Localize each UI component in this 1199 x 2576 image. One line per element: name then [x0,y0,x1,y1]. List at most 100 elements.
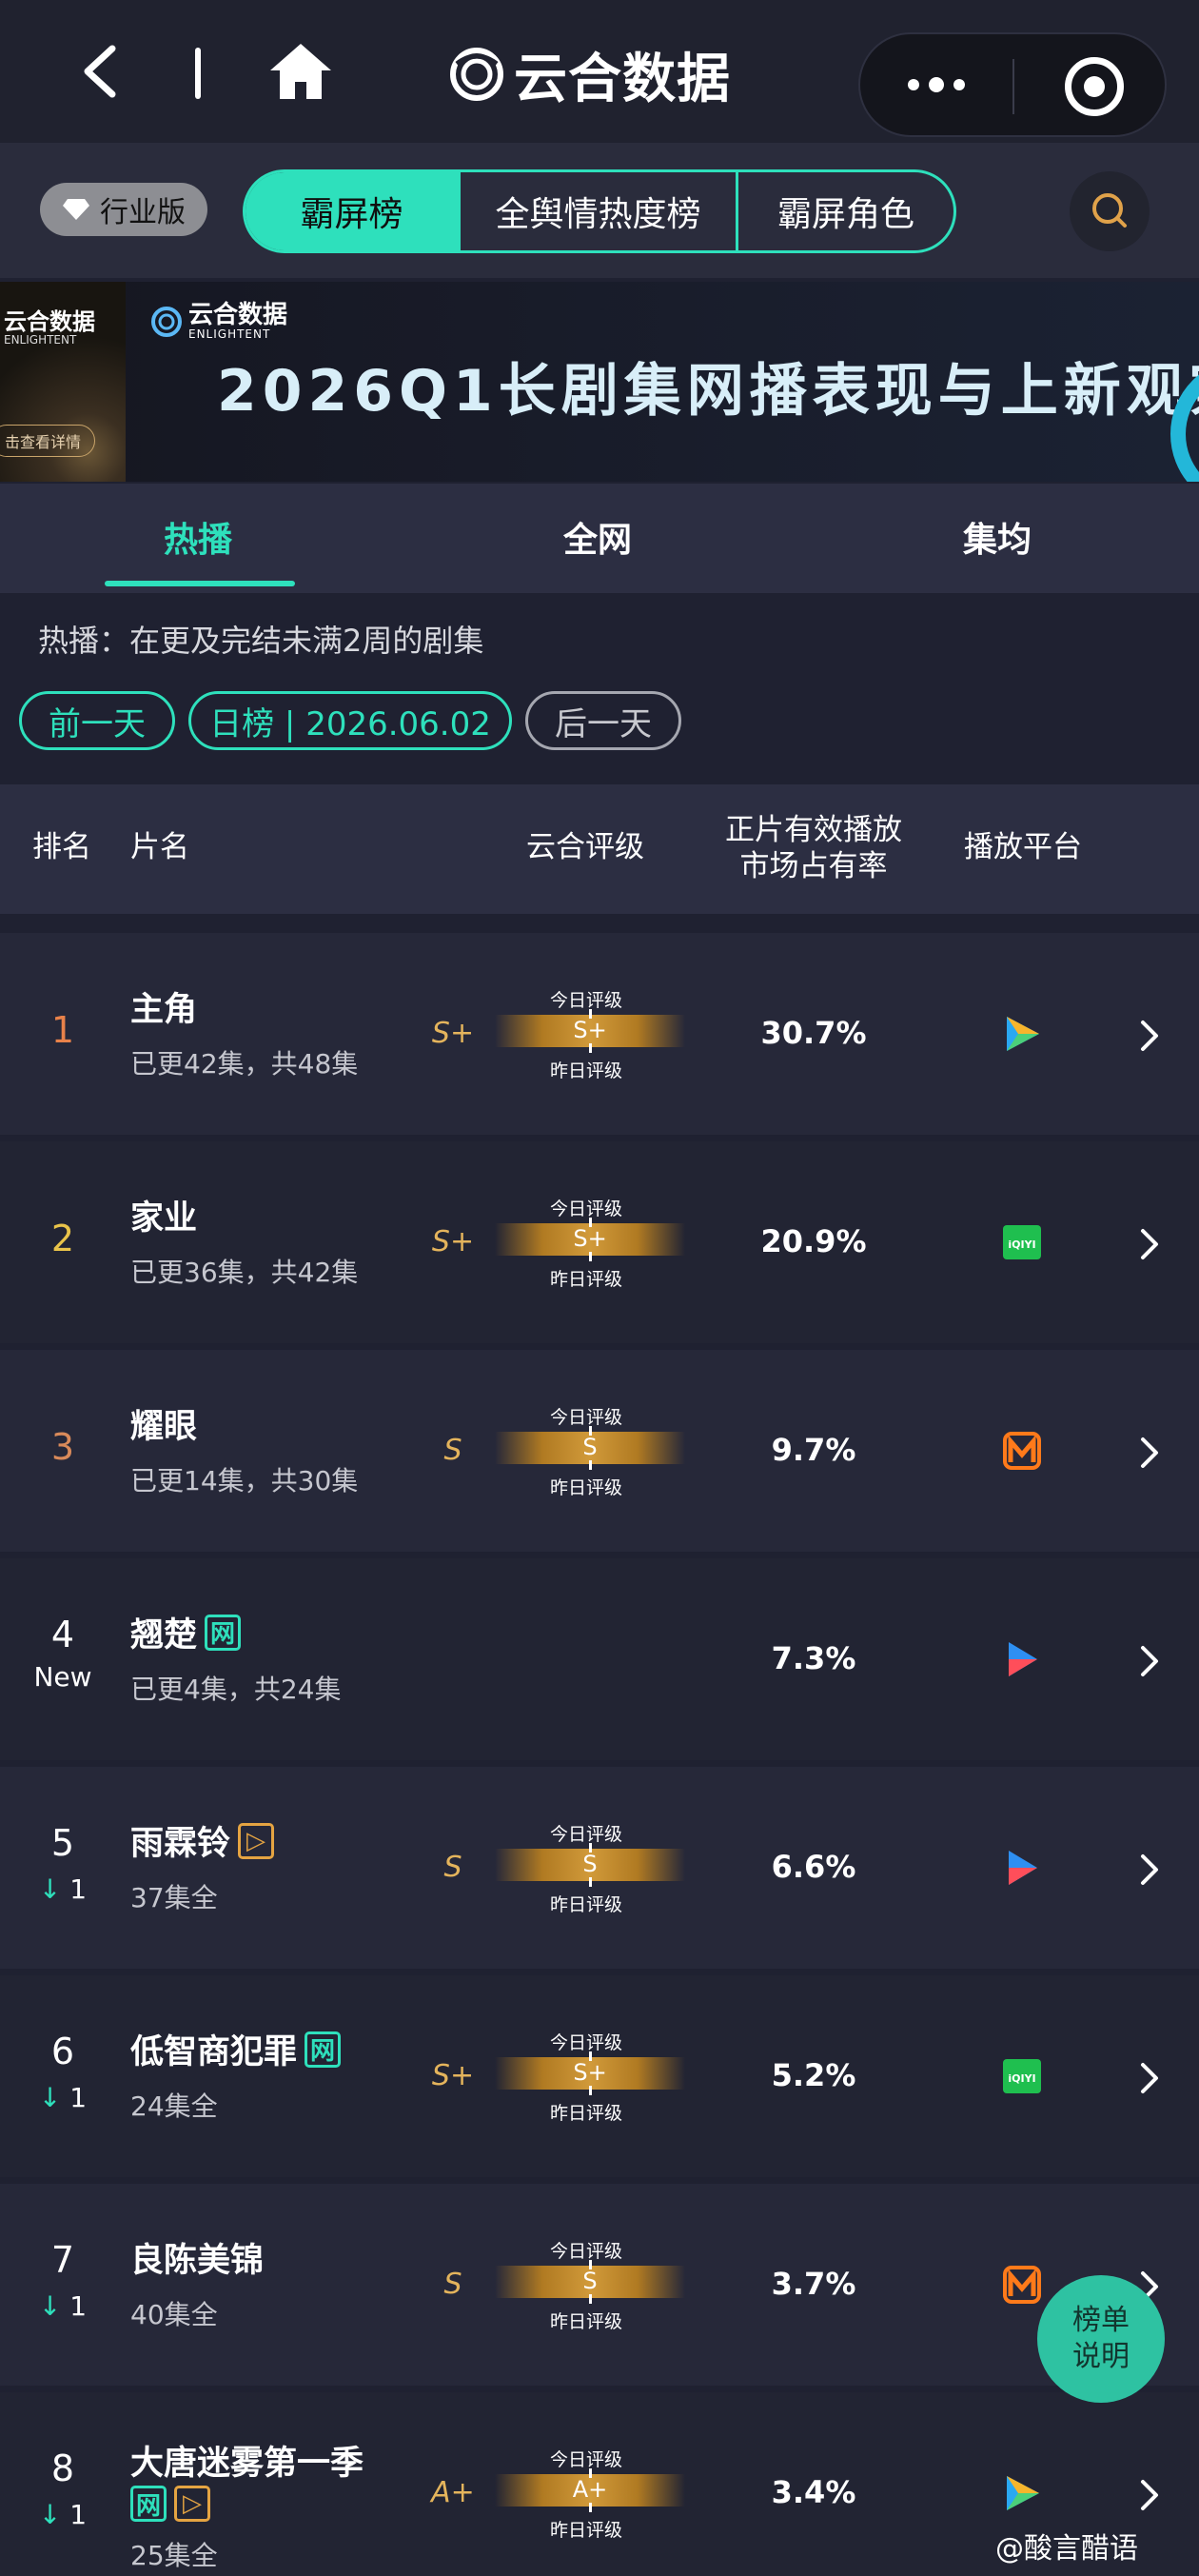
today-grade-tick [589,2051,592,2061]
help-line1: 榜单 [1072,2304,1130,2337]
rank-number: 2 [50,1218,75,1259]
edition-label: 行业版 [100,196,186,229]
rank-down-icon: ↓ [38,1873,70,1905]
mango-tv-icon [1001,1430,1043,1472]
ranking-type-bar: 行业版 霸屏榜 全舆情热度榜 霸屏角色 [0,143,1199,278]
rank-number: 1 [50,1009,75,1051]
prev-day-button[interactable]: 前一天 [19,691,175,750]
show-title: 翘楚网 [130,1608,242,1656]
col-name: 片名 [130,830,189,864]
svg-text:iQIYI: iQIYI [1008,2072,1035,2085]
rank-change: ↓ 1 [32,1873,93,1905]
episode-count: 已更14集，共30集 [130,1465,359,1496]
active-tab-indicator [105,581,295,586]
home-icon[interactable] [268,40,333,103]
diamond-icon [63,199,89,220]
rank-change: ↓ 1 [32,2082,93,2113]
grade-bar-label: S [582,2268,598,2294]
svg-text:iQIYI: iQIYI [1008,1238,1035,1251]
tencent-video-icon [1001,2472,1043,2514]
web-drama-badge: 网 [205,1614,242,1651]
close-mini-program-icon[interactable] [1065,57,1124,116]
show-title-text: 良陈美锦 [130,2242,265,2280]
yunhe-grade: S [443,1851,462,1884]
market-share: 5.2% [771,2057,856,2093]
chevron-right-icon[interactable] [1138,1853,1161,1887]
show-title: 大唐迷雾第一季 [130,2436,364,2485]
grade-bar-label: S+ [573,1225,607,1252]
next-day-button[interactable]: 后一天 [525,691,681,750]
grade-bar-label: S [582,1434,598,1460]
chevron-right-icon[interactable] [1138,2478,1161,2512]
more-options-icon[interactable] [908,77,965,92]
chevron-right-icon[interactable] [1138,1019,1161,1053]
premium-badge: ▷ [238,1822,275,1859]
table-row[interactable]: 4 New 翘楚网已更4集，共24集 7.3% [0,1558,1199,1760]
weibo-watermark: @酸言醋语 [995,2532,1138,2566]
market-share: 3.4% [771,2474,856,2510]
tab-screen-dominance[interactable]: 霸屏榜 [246,172,461,250]
today-grade-label: 今日评级 [550,1199,623,1219]
iqiyi-icon: iQIYI [1001,1221,1043,1263]
market-share: 9.7% [771,1432,856,1468]
show-title-text: 主角 [130,991,198,1029]
show-title: 家业 [130,1191,197,1239]
table-row[interactable]: 5 ↓ 1 雨霖铃 ▷ 37集全 S 今日评级 S 昨日评级 6.6% [0,1767,1199,1969]
table-row[interactable]: 6 ↓ 1 低智商犯罪网 24集全 S+ 今日评级 S+ 昨日评级 5.2% iQIYI [0,1975,1199,2177]
today-grade-label: 今日评级 [550,990,623,1011]
today-grade-tick [589,1843,592,1853]
show-title: 耀眼 [130,1399,197,1448]
episode-count: 25集全 [130,2540,218,2571]
brand-logo-icon [151,307,182,337]
col-grade: 云合评级 [526,830,644,864]
ranking-note: 热播：在更及完结未满2周的剧集 [38,623,484,659]
show-title-text: 家业 [130,1199,198,1238]
tab-per-episode[interactable]: 集均 [963,512,1032,562]
episode-count: 24集全 [130,2091,218,2122]
chevron-right-icon[interactable] [1138,1644,1161,1678]
rank-number: 3 [50,1426,75,1468]
edition-badge[interactable]: 行业版 [40,183,207,236]
market-share: 3.7% [771,2266,856,2302]
grade-bar-label: S [582,1851,598,1877]
banner-thumbnail[interactable]: 云合数据 ENLIGHTENT 击查看详情 [0,282,126,482]
table-row[interactable]: 3 耀眼 已更14集，共30集 S 今日评级 S 昨日评级 9.7% [0,1350,1199,1552]
yesterday-grade-tick [589,2086,592,2095]
thumb-detail-button[interactable]: 击查看详情 [0,425,95,457]
grade-bar-label: S+ [573,2059,607,2086]
table-row[interactable]: 2 家业 已更36集，共42集 S+ 今日评级 S+ 昨日评级 20.9% iQIYI [0,1141,1199,1343]
chevron-right-icon[interactable] [1138,2061,1161,2095]
top-nav-bar: 云合数据 [0,0,1199,143]
today-grade-label: 今日评级 [550,2032,623,2053]
date-selector[interactable]: 日榜 | 2026.06.02 [188,691,512,750]
search-button[interactable] [1070,171,1150,251]
search-icon [1092,193,1127,228]
banner-logo: 云合数据 ENLIGHTENT [150,303,287,341]
promo-banner[interactable]: 云合数据 ENLIGHTENT 击查看详情 云合数据 ENLIGHTENT 20… [0,282,1199,482]
rank-change: ↓ 1 [32,2290,93,2322]
yunhe-grade: S+ [431,2059,475,2092]
yunhe-grade: S+ [431,1225,475,1258]
table-row[interactable]: 1 主角 已更42集，共48集 S+ 今日评级 S+ 昨日评级 30.7% [0,933,1199,1135]
ranking-help-button[interactable]: 榜单 说明 [1037,2275,1165,2403]
yesterday-grade-label: 昨日评级 [550,2311,623,2332]
new-entry-label: New [33,1661,92,1693]
tab-hot-broadcast[interactable]: 热播 [164,512,232,562]
rank-number: 6 [50,2031,75,2072]
rank-down-icon: ↓ [38,2082,70,2113]
yesterday-grade-label: 昨日评级 [550,1269,623,1290]
chevron-right-icon[interactable] [1138,1436,1161,1470]
tab-dominant-roles[interactable]: 霸屏角色 [738,172,953,250]
episode-count: 已更4集，共24集 [130,1674,342,1705]
grade-bar: S [495,1432,685,1464]
chevron-right-icon[interactable] [1138,1227,1161,1261]
yesterday-grade-tick [589,1460,592,1470]
market-share: 6.6% [771,1849,856,1885]
yesterday-grade-label: 昨日评级 [550,2103,623,2124]
back-arrow-icon[interactable] [76,43,124,100]
yunhe-grade: S [443,2268,462,2301]
tab-public-opinion[interactable]: 全舆情热度榜 [461,172,738,250]
table-row[interactable]: 7 ↓ 1 良陈美锦 40集全 S 今日评级 S 昨日评级 3.7% [0,2184,1199,2386]
tab-all-network[interactable]: 全网 [563,512,632,562]
show-title: 雨霖铃 ▷ [130,1816,275,1865]
